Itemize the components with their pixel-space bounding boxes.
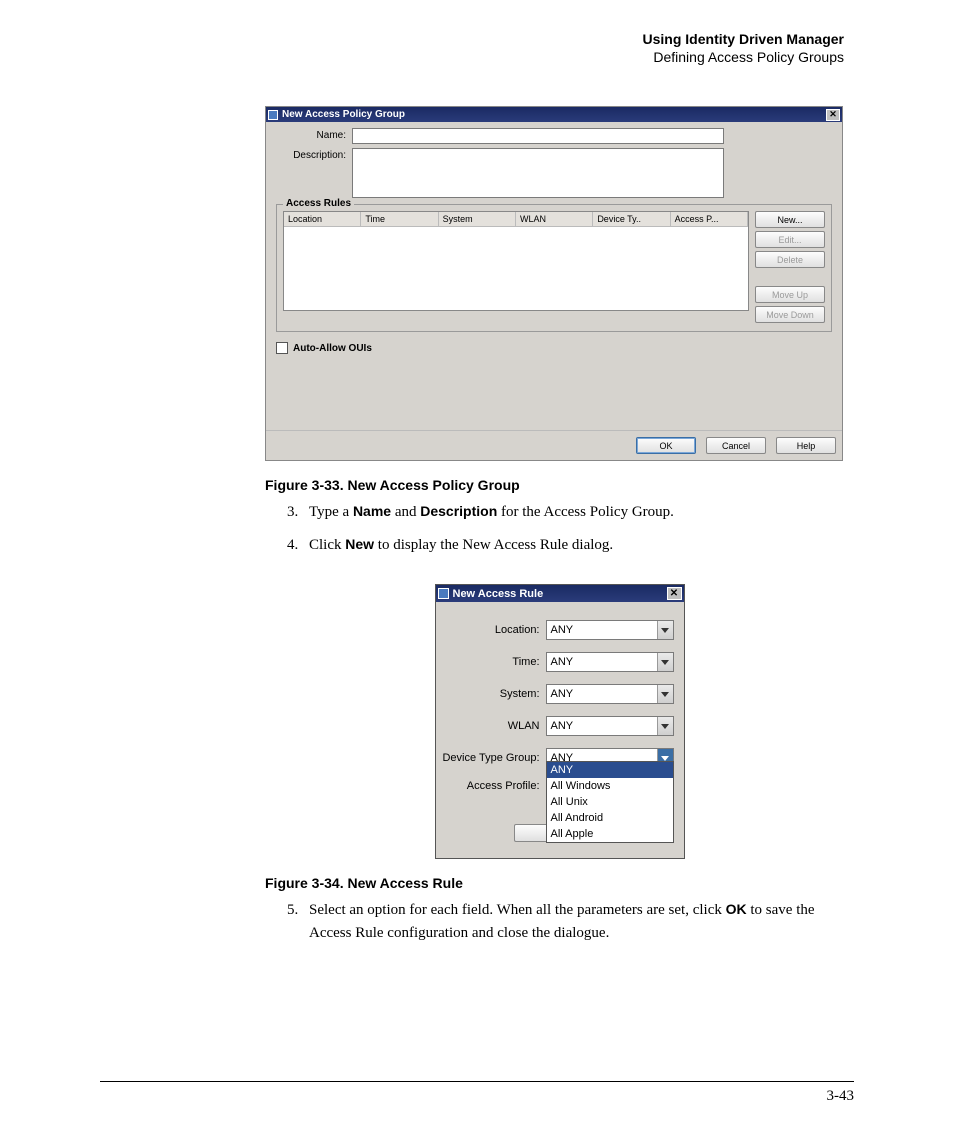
dropdown-option[interactable]: All Windows (547, 778, 673, 794)
location-label: Location: (440, 624, 546, 636)
figure-caption-34: Figure 3-34. New Access Rule (265, 875, 854, 891)
ok-button[interactable]: OK (636, 437, 696, 454)
device-label: Device Type Group: (440, 752, 546, 764)
profile-label: Access Profile: (440, 780, 546, 792)
auto-allow-checkbox[interactable] (276, 342, 288, 354)
step4-text: Click New to display the New Access Rule… (309, 534, 854, 557)
col-access[interactable]: Access P... (671, 212, 748, 226)
step3-num: 3. (287, 501, 309, 524)
access-rules-legend: Access Rules (283, 198, 354, 209)
dropdown-option[interactable]: All Apple (547, 826, 673, 842)
delete-button[interactable]: Delete (755, 251, 825, 268)
running-header: Using Identity Driven Manager Defining A… (100, 30, 844, 66)
device-type-dropdown[interactable]: ANY All Windows All Unix All Android All… (546, 761, 674, 843)
chevron-down-icon (657, 685, 673, 703)
new-button[interactable]: New... (755, 211, 825, 228)
description-input[interactable] (352, 148, 724, 198)
chevron-down-icon (657, 621, 673, 639)
new-access-policy-group-dialog: New Access Policy Group ✕ Name: Descript… (265, 106, 843, 461)
chevron-down-icon (657, 717, 673, 735)
header-section: Defining Access Policy Groups (100, 48, 844, 66)
dropdown-option[interactable]: All Unix (547, 794, 673, 810)
close-icon[interactable]: ✕ (826, 109, 840, 121)
rules-table[interactable]: Location Time System WLAN Device Ty.. Ac… (283, 211, 749, 311)
page-number: 3-43 (100, 1081, 854, 1105)
edit-button[interactable]: Edit... (755, 231, 825, 248)
cancel-button[interactable]: Cancel (706, 437, 766, 454)
auto-allow-label: Auto-Allow OUIs (293, 343, 372, 354)
col-wlan[interactable]: WLAN (516, 212, 593, 226)
window-icon (268, 110, 278, 120)
step4-num: 4. (287, 534, 309, 557)
col-location[interactable]: Location (284, 212, 361, 226)
step5-text: Select an option for each field. When al… (309, 899, 854, 944)
figure-caption-33: Figure 3-33. New Access Policy Group (265, 477, 854, 493)
step5-num: 5. (287, 899, 309, 944)
step3-text: Type a Name and Description for the Acce… (309, 501, 854, 524)
chevron-down-icon (657, 653, 673, 671)
dropdown-option[interactable]: ANY (547, 762, 673, 778)
name-label: Name: (274, 128, 352, 144)
wlan-select[interactable]: ANY (546, 716, 674, 736)
new-access-rule-dialog: New Access Rule ✕ Location: ANY Time: AN… (435, 584, 685, 859)
close-icon[interactable]: ✕ (667, 587, 682, 600)
dropdown-option[interactable]: All Android (547, 810, 673, 826)
dialog2-titlebar: New Access Rule ✕ (436, 585, 684, 602)
move-down-button[interactable]: Move Down (755, 306, 825, 323)
col-system[interactable]: System (439, 212, 516, 226)
dialog-titlebar: New Access Policy Group ✕ (266, 107, 842, 122)
time-label: Time: (440, 656, 546, 668)
col-time[interactable]: Time (361, 212, 438, 226)
system-select[interactable]: ANY (546, 684, 674, 704)
wlan-label: WLAN (440, 720, 546, 732)
header-chapter: Using Identity Driven Manager (100, 30, 844, 48)
access-rules-fieldset: Access Rules Location Time System WLAN D… (276, 204, 832, 332)
col-device[interactable]: Device Ty.. (593, 212, 670, 226)
name-input[interactable] (352, 128, 724, 144)
time-select[interactable]: ANY (546, 652, 674, 672)
location-select[interactable]: ANY (546, 620, 674, 640)
window-icon (438, 588, 449, 599)
system-label: System: (440, 688, 546, 700)
description-label: Description: (274, 148, 352, 198)
dialog2-title: New Access Rule (453, 588, 544, 600)
move-up-button[interactable]: Move Up (755, 286, 825, 303)
help-button[interactable]: Help (776, 437, 836, 454)
dialog-title: New Access Policy Group (282, 109, 405, 120)
